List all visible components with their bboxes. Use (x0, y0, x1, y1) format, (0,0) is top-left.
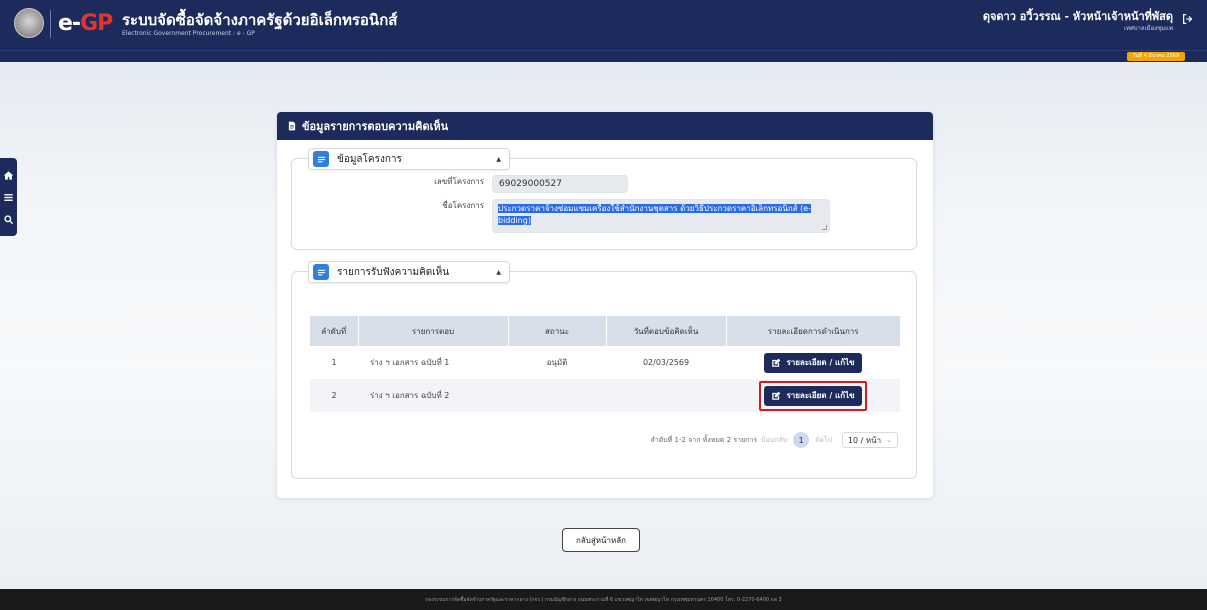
footer: กองระบบการจัดซื้อจัดจ้างภาครัฐและราคากลา… (0, 589, 1207, 610)
row-item: ร่าง ฯ เอกสาร ฉบับที่ 2 (358, 379, 508, 412)
header-divider (50, 10, 51, 38)
user-name: ดุจดาว อวิ้วรรณ - หัวหน้าเจ้าหน้าที่พัสด… (982, 10, 1173, 23)
row-action: รายละเอียด / แก้ไข (726, 346, 900, 379)
row-no: 2 (310, 379, 358, 412)
edit-icon (772, 358, 781, 367)
comments-title: รายการรับฟังความคิดเห็น (337, 266, 450, 278)
pager-summary: ลำดับที่ 1-2 จาก ทั้งหมด 2 รายการ (650, 435, 758, 444)
date-badge: วันที่ 4 มีนาคม 2569 (1126, 52, 1185, 61)
project-info-title: ข้อมูลโครงการ (337, 153, 402, 165)
project-name-field[interactable]: ประกวดราคาจ้างซ่อมแซมเครื่องใช้สำนักงานช… (492, 199, 830, 233)
prev-page-button[interactable]: ย้อนกลับ (761, 435, 787, 446)
home-icon[interactable] (3, 170, 14, 181)
list-icon (313, 151, 329, 167)
list-icon (313, 264, 329, 280)
table-row: 2 ร่าง ฯ เอกสาร ฉบับที่ 2 รายละเอียด / แ… (310, 379, 900, 412)
project-name-value: ประกวดราคาจ้างซ่อมแซมเครื่องใช้สำนักงานช… (498, 204, 812, 225)
col-action: รายละเอียดการดำเนินการ (726, 316, 900, 346)
card-header: ข้อมูลรายการตอบความคิดเห็น (277, 112, 933, 140)
edit-icon (772, 391, 781, 400)
col-status: สถานะ (508, 316, 607, 346)
per-page-select[interactable]: 10 / หน้า ⌄ (841, 432, 898, 448)
pagination: ลำดับที่ 1-2 จาก ทั้งหมด 2 รายการ ย้อนกล… (650, 432, 898, 448)
side-nav (0, 158, 17, 236)
row-item: ร่าง ฯ เอกสาร ฉบับที่ 1 (358, 346, 508, 379)
comments-legend[interactable]: รายการรับฟังความคิดเห็น ▲ (308, 261, 510, 283)
government-seal-icon (14, 8, 44, 38)
logo-e: e- (58, 10, 81, 36)
table-row: 1 ร่าง ฯ เอกสาร ฉบับที่ 1 อนุมัติ 02/03/… (310, 346, 900, 379)
comments-table: ลำดับที่ รายการตอบ สถานะ วันที่ตอบข้อคิด… (310, 316, 900, 412)
brand-text: ระบบจัดซื้อจัดจ้างภาครัฐด้วยอิเล็กทรอนิก… (122, 10, 397, 38)
user-org: เทศบาลเมืองชุมแพ (1123, 25, 1173, 32)
project-info-legend[interactable]: ข้อมูลโครงการ ▲ (308, 148, 510, 170)
row-date: 02/03/2569 (606, 346, 726, 379)
search-icon[interactable] (3, 214, 14, 225)
col-no: ลำดับที่ (310, 316, 359, 346)
menu-icon[interactable] (3, 192, 14, 203)
per-page-value: 10 / หน้า (847, 435, 882, 445)
row-status: อนุมัติ (508, 346, 606, 379)
document-icon (288, 121, 296, 131)
col-date: วันที่ตอบข้อคิดเห็น (606, 316, 727, 346)
comments-section: รายการรับฟังความคิดเห็น ▲ ลำดับที่ รายกา… (291, 261, 917, 479)
detail-edit-label: รายละเอียด / แก้ไข (786, 391, 855, 400)
detail-edit-button[interactable]: รายละเอียด / แก้ไข (764, 352, 862, 373)
detail-edit-button[interactable]: รายละเอียด / แก้ไข (764, 385, 862, 406)
chevron-down-icon: ⌄ (886, 436, 892, 444)
top-header: e- GP ระบบจัดซื้อจัดจ้างภาครัฐด้วยอิเล็กท… (0, 0, 1207, 50)
comment-info-card: ข้อมูลรายการตอบความคิดเห็น ข้อมูลโครงการ… (277, 112, 933, 498)
resize-handle-icon[interactable] (822, 225, 827, 230)
project-name-row: ชื่อโครงการ ประกวดราคาจ้างซ่อมแซมเครื่อง… (292, 199, 830, 233)
detail-edit-label: รายละเอียด / แก้ไข (786, 358, 855, 367)
next-page-button[interactable]: ถัดไป (815, 435, 832, 446)
page-number-button[interactable]: 1 (793, 432, 810, 448)
caret-up-icon[interactable]: ▲ (496, 269, 501, 276)
row-no: 1 (310, 346, 358, 379)
col-item: รายการตอบ (358, 316, 509, 346)
header-subbar (0, 50, 1207, 62)
row-date (606, 379, 726, 412)
logout-icon[interactable] (1181, 12, 1195, 26)
logo-gp: GP (80, 10, 113, 36)
project-name-label: ชื่อโครงการ (442, 201, 484, 210)
row-status (508, 379, 606, 412)
system-title: ระบบจัดซื้อจัดจ้างภาครัฐด้วยอิเล็กทรอนิก… (122, 11, 398, 29)
back-to-home-button[interactable]: กลับสู่หน้าหลัก (562, 528, 640, 552)
project-no-row: เลขที่โครงการ 69029000527 (292, 175, 628, 193)
project-no-field[interactable]: 69029000527 (492, 175, 628, 193)
user-info[interactable]: ดุจดาว อวิ้วรรณ - หัวหน้าเจ้าหน้าที่พัสด… (983, 9, 1173, 33)
table-header-row: ลำดับที่ รายการตอบ สถานะ วันที่ตอบข้อคิด… (310, 316, 900, 346)
caret-up-icon[interactable]: ▲ (496, 156, 501, 163)
egp-logo[interactable]: e- GP (58, 10, 113, 36)
project-info-section: ข้อมูลโครงการ ▲ เลขที่โครงการ 6902900052… (291, 148, 917, 250)
highlight-box: รายละเอียด / แก้ไข (759, 380, 867, 411)
card-title: ข้อมูลรายการตอบความคิดเห็น (302, 120, 449, 133)
row-action: รายละเอียด / แก้ไข (726, 379, 900, 412)
project-no-label: เลขที่โครงการ (434, 177, 484, 186)
system-subtitle: Electronic Government Procurement : e - … (122, 30, 255, 37)
